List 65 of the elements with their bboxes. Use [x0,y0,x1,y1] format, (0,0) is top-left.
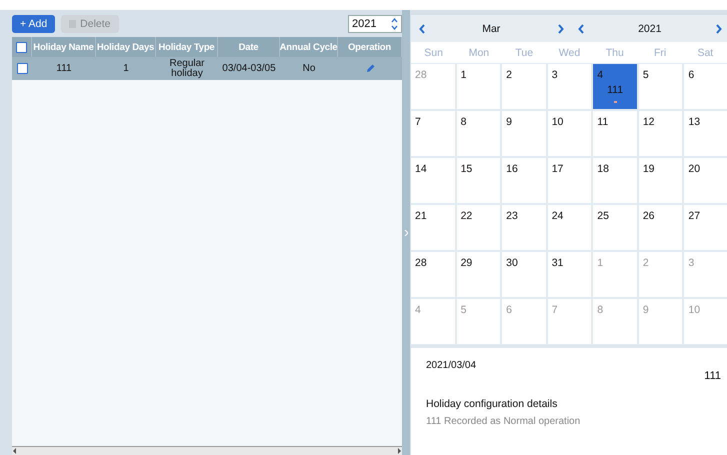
horizontal-scrollbar[interactable] [12,446,402,455]
day-cell[interactable]: 6 [684,64,727,109]
day-cell[interactable]: 18 [593,158,637,203]
weekday-label: Tue [514,46,534,58]
day-cell[interactable]: 31 [548,252,592,297]
year-field[interactable]: 2021 [348,14,402,32]
day-cell[interactable]: 29 [456,252,500,297]
chevron-left-icon[interactable] [419,24,426,34]
table-cell: No [302,64,316,74]
day-cell[interactable]: 27 [684,205,727,250]
day-cell[interactable]: 1 [456,64,500,109]
day-cell[interactable]: 28 [411,252,455,297]
pencil-icon[interactable] [364,63,376,74]
day-cell[interactable]: 3 [548,64,592,109]
table-cell: 03/04-03/05 [222,64,276,74]
details-text: 111 Recorded as Normal operation [426,416,582,427]
spinner-icon[interactable] [391,16,398,30]
day-cell[interactable]: 2 [502,64,546,109]
day-cell[interactable]: 8 [456,111,500,156]
day-cell[interactable]: 12 [638,111,682,156]
weekday-label: Sat [696,46,714,58]
weekday-label: Thu [604,46,625,58]
chevron-left-icon[interactable] [578,24,584,34]
day-cell[interactable]: 13 [684,111,727,156]
weekday-label: Sun [423,46,444,58]
day-cell[interactable]: 11 [593,111,637,156]
day-cell[interactable]: 22 [456,205,500,250]
day-cell[interactable]: 5 [638,64,682,109]
weekday-label: Mon [468,46,490,58]
chevron-right-icon[interactable] [556,24,564,34]
day-cell[interactable]: 20 [684,158,727,203]
year-label: 2021 [638,22,662,34]
day-cell[interactable]: 25 [593,205,637,250]
add-button[interactable]: + Add [12,14,56,32]
detail-name: 111 [704,370,721,382]
day-cell[interactable]: 26 [638,205,682,250]
splitter-handle[interactable] [402,10,410,455]
chevron-right-icon[interactable] [714,24,722,34]
select-all-checkbox[interactable] [16,42,27,52]
day-cell[interactable]: 23 [502,205,546,250]
day-cell[interactable]: 15 [456,158,500,203]
table-row[interactable]: 111 1 Regular holiday 03/04-03/05 No [12,57,402,80]
day-cell[interactable]: 16 [502,158,546,203]
day-cell[interactable]: 7 [411,111,455,156]
scroll-left-icon[interactable] [12,448,18,454]
day-cell[interactable]: 19 [638,158,682,203]
scroll-right-icon[interactable] [396,448,402,454]
table-cell: 1 [123,64,129,74]
details-heading: Holiday configuration details [426,398,558,410]
day-cell[interactable]: 21 [411,205,455,250]
weekday-label: Fri [652,46,668,58]
table-cell: 111 [56,64,72,74]
event-label: 111 [606,84,624,96]
detail-date: 2021/03/04 [426,360,476,373]
row-checkbox[interactable] [16,63,28,74]
day-cell[interactable]: 14 [411,158,455,203]
day-cell[interactable]: 4 111 [593,64,637,109]
table-cell-text: Regular holiday [168,58,206,78]
day-cell[interactable]: 17 [548,158,592,203]
month-label: Mar [482,22,500,34]
day-cell[interactable]: 9 [502,111,546,156]
day-cell[interactable]: 30 [502,252,546,297]
day-cell[interactable]: 10 [548,111,592,156]
day-cell[interactable]: 24 [548,205,592,250]
weekday-label: Wed [558,46,582,58]
